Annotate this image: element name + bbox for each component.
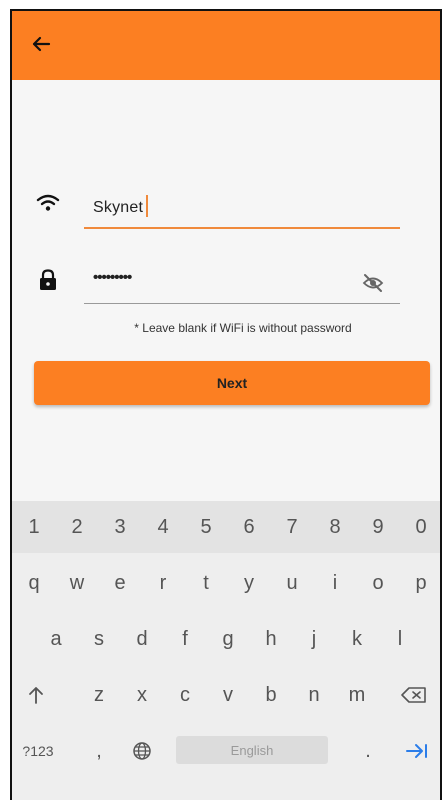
key-e[interactable]: e: [100, 557, 140, 609]
key-x[interactable]: x: [122, 669, 162, 721]
key-8[interactable]: 8: [315, 501, 355, 553]
backspace-key[interactable]: [394, 669, 434, 721]
key-g[interactable]: g: [208, 613, 248, 665]
password-input[interactable]: •••••••••: [84, 265, 400, 304]
key-h[interactable]: h: [251, 613, 291, 665]
key-d[interactable]: d: [122, 613, 162, 665]
shift-key[interactable]: [16, 669, 56, 721]
key-p[interactable]: p: [401, 557, 440, 609]
key-r[interactable]: r: [143, 557, 183, 609]
ssid-value: Skynet: [93, 195, 149, 217]
keyboard-row-2: a s d f g h j k l: [12, 613, 440, 665]
keyboard-row-bottom: ?123 , English .: [12, 725, 440, 777]
key-i[interactable]: i: [315, 557, 355, 609]
key-3[interactable]: 3: [100, 501, 140, 553]
lock-icon: [40, 269, 56, 290]
key-v[interactable]: v: [208, 669, 248, 721]
key-y[interactable]: y: [229, 557, 269, 609]
key-0[interactable]: 0: [401, 501, 440, 553]
key-c[interactable]: c: [165, 669, 205, 721]
key-l[interactable]: l: [380, 613, 420, 665]
key-5[interactable]: 5: [186, 501, 226, 553]
comma-key[interactable]: ,: [79, 725, 119, 777]
key-o[interactable]: o: [358, 557, 398, 609]
arrow-left-icon: [32, 36, 51, 52]
key-m[interactable]: m: [337, 669, 377, 721]
shift-arrow-icon: [29, 687, 43, 704]
key-2[interactable]: 2: [57, 501, 97, 553]
tab-arrow-icon: [406, 744, 427, 758]
key-k[interactable]: k: [337, 613, 377, 665]
screen: Skynet ••••••••• * Leave blank if WiFi i…: [10, 9, 442, 800]
app-bar: [12, 11, 440, 80]
backspace-icon: [401, 687, 426, 703]
key-t[interactable]: t: [186, 557, 226, 609]
key-4[interactable]: 4: [143, 501, 183, 553]
password-value: •••••••••: [93, 269, 132, 286]
key-z[interactable]: z: [79, 669, 119, 721]
key-q[interactable]: q: [14, 557, 54, 609]
key-6[interactable]: 6: [229, 501, 269, 553]
enter-key[interactable]: [397, 725, 437, 777]
soft-keyboard: 1 2 3 4 5 6 7 8 9 0 q w e r t y u i o p …: [12, 501, 440, 800]
ssid-input[interactable]: Skynet: [84, 189, 400, 229]
globe-icon: [133, 742, 151, 760]
key-7[interactable]: 7: [272, 501, 312, 553]
period-key[interactable]: .: [348, 725, 388, 777]
key-9[interactable]: 9: [358, 501, 398, 553]
space-key[interactable]: English: [176, 736, 328, 764]
key-u[interactable]: u: [272, 557, 312, 609]
key-a[interactable]: a: [36, 613, 76, 665]
key-f[interactable]: f: [165, 613, 205, 665]
symbols-key[interactable]: ?123: [16, 725, 60, 777]
text-cursor: [146, 195, 149, 217]
password-hint: * Leave blank if WiFi is without passwor…: [134, 321, 352, 335]
key-n[interactable]: n: [294, 669, 334, 721]
eye-off-icon[interactable]: [362, 273, 384, 293]
key-1[interactable]: 1: [14, 501, 54, 553]
wifi-icon: [36, 194, 60, 211]
key-s[interactable]: s: [79, 613, 119, 665]
keyboard-number-row: 1 2 3 4 5 6 7 8 9 0: [12, 501, 440, 553]
key-w[interactable]: w: [57, 557, 97, 609]
key-j[interactable]: j: [294, 613, 334, 665]
keyboard-row-3: z x c v b n m: [12, 669, 440, 721]
language-key[interactable]: [122, 725, 162, 777]
key-b[interactable]: b: [251, 669, 291, 721]
next-button[interactable]: Next: [34, 361, 430, 405]
keyboard-row-1: q w e r t y u i o p: [12, 557, 440, 609]
back-button[interactable]: [26, 29, 56, 59]
